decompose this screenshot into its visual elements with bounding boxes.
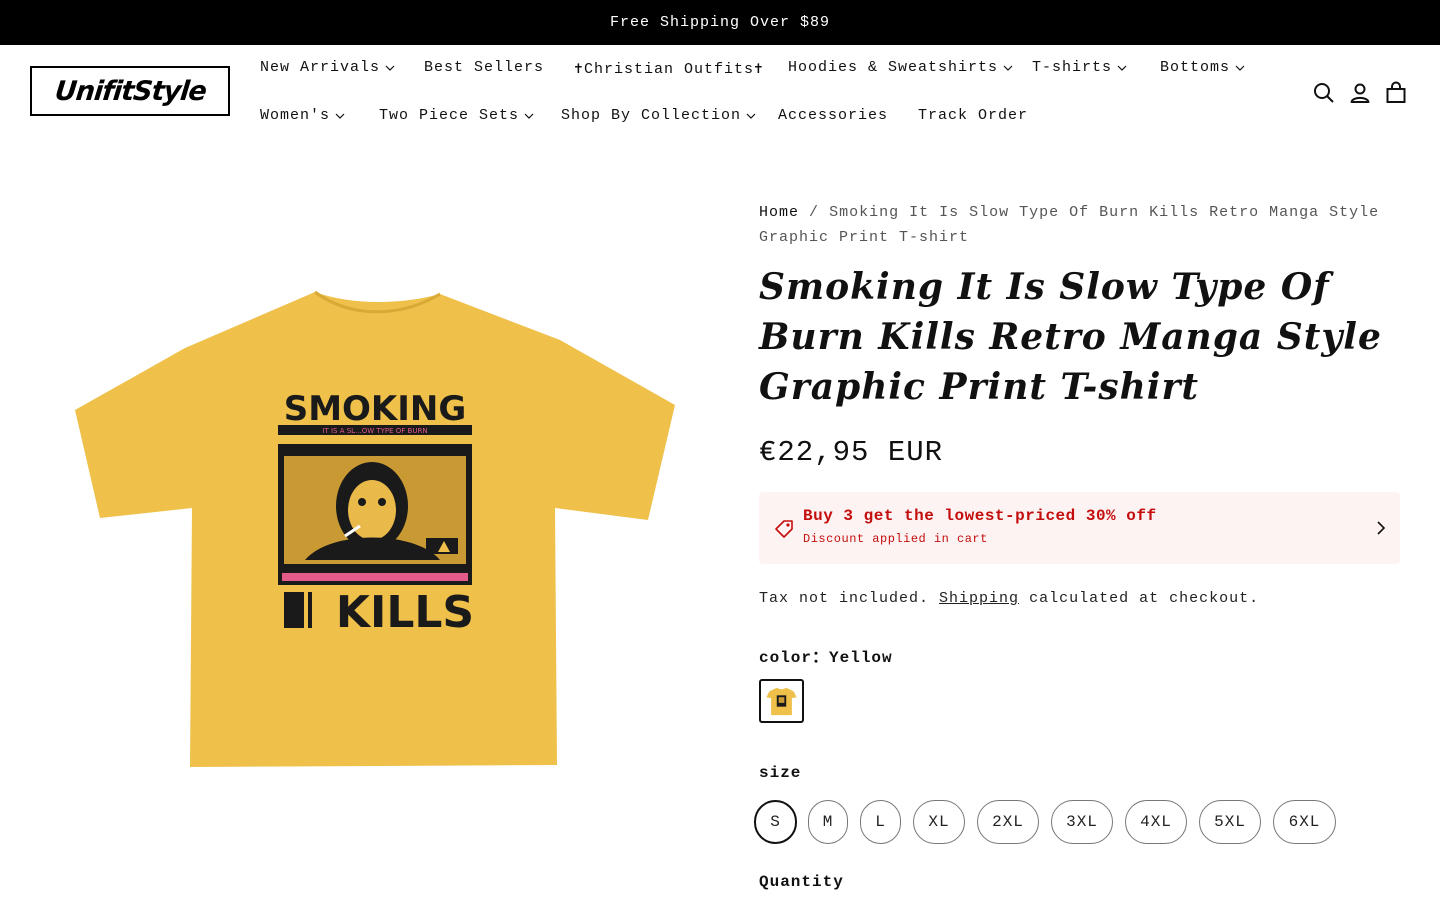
nav-hoodies-sweatshirts[interactable]: Hoodies & Sweatshirts [788,59,1014,76]
size-option-label: S [770,813,781,831]
print-bottom: KILLS [336,587,474,638]
nav-track-order[interactable]: Track Order [918,107,1028,124]
chevron-down-icon [745,110,757,122]
discount-banner[interactable]: Buy 3 get the lowest-priced 30% off Disc… [759,492,1400,564]
nav-new-arrivals[interactable]: New Arrivals [260,59,396,76]
tag-icon [773,518,795,540]
size-option-xl[interactable]: XL [913,800,965,844]
chevron-right-icon [1374,520,1388,536]
print-subtitle: IT IS A SL...OW TYPE OF BURN [322,427,427,435]
tshirt-graphic: SMOKING IT IS A SL...OW TYPE OF BURN KIL… [75,290,675,767]
nav-label: ✝Christian Outfits✝ [574,61,765,78]
breadcrumb-current: Smoking It Is Slow Type Of Burn Kills Re… [759,204,1380,246]
color-swatch-yellow[interactable] [759,679,804,723]
size-option-s[interactable]: S [754,800,797,844]
nav-womens[interactable]: Women's [260,107,346,124]
nav-christian-outfits[interactable]: ✝Christian Outfits✝ [574,59,764,78]
cart-icon[interactable] [1384,81,1408,105]
size-option-4xl[interactable]: 4XL [1125,800,1187,844]
shipping-link[interactable]: Shipping [939,590,1019,607]
search-icon[interactable] [1312,81,1336,105]
size-option-5xl[interactable]: 5XL [1199,800,1261,844]
breadcrumb: Home / Smoking It Is Slow Type Of Burn K… [759,200,1399,250]
size-option-label: M [822,813,834,831]
tax-text: Tax not included. [759,590,930,607]
chevron-down-icon [334,110,346,122]
store-logo[interactable]: UnifitStyle [30,66,230,116]
site-header: UnifitStyle New Arrivals Best Sellers ✝C… [0,45,1440,145]
size-option-3xl[interactable]: 3XL [1051,800,1113,844]
quantity-label: Quantity [759,873,844,891]
chevron-down-icon [523,110,535,122]
size-label: size [759,764,802,782]
nav-label: Track Order [918,107,1029,124]
account-icon[interactable] [1348,81,1372,105]
swatch-tshirt-thumbnail [766,687,797,716]
discount-subtitle: Discount applied in cart [803,532,988,546]
breadcrumb-home[interactable]: Home [759,204,799,221]
tax-text-after: calculated at checkout. [1029,590,1260,607]
size-option-2xl[interactable]: 2XL [977,800,1039,844]
breadcrumb-separator: / [809,204,820,221]
announcement-text: Free Shipping Over $89 [609,14,831,31]
size-option-label: 5XL [1214,813,1246,831]
size-option-m[interactable]: M [808,800,848,844]
product-image[interactable]: SMOKING IT IS A SL...OW TYPE OF BURN KIL… [60,270,690,780]
size-option-6xl[interactable]: 6XL [1273,800,1336,844]
chevron-down-icon [384,62,396,74]
nav-label: New Arrivals [260,59,381,76]
nav-accessories[interactable]: Accessories [778,107,888,124]
nav-label: Best Sellers [424,59,545,76]
nav-label: Two Piece Sets [379,107,520,124]
chevron-down-icon [1002,62,1014,74]
size-option-label: 6XL [1288,813,1321,831]
nav-label: Bottoms [1160,59,1231,76]
nav-two-piece-sets[interactable]: Two Piece Sets [379,107,535,124]
size-option-label: 3XL [1066,813,1098,831]
size-option-l[interactable]: L [860,800,901,844]
nav-best-sellers[interactable]: Best Sellers [424,59,544,76]
nav-t-shirts[interactable]: T-shirts [1032,59,1128,76]
nav-label: T-shirts [1032,59,1113,76]
nav-shop-by-collection[interactable]: Shop By Collection [561,107,757,124]
announcement-bar: Free Shipping Over $89 [0,0,1440,45]
nav-bottoms[interactable]: Bottoms [1160,59,1246,76]
print-title: SMOKING [284,389,467,429]
chevron-down-icon [1116,62,1128,74]
logo-text: UnifitStyle [52,75,208,107]
nav-label: Shop By Collection [561,107,742,124]
size-option-label: XL [928,813,950,831]
product-title: Smoking It Is Slow Type Of Burn Kills Re… [759,266,1382,408]
product-price: €22,95 EUR [759,436,944,469]
size-option-label: 4XL [1140,813,1172,831]
size-option-label: L [875,813,886,831]
size-option-label: 2XL [992,813,1024,831]
nav-label: Women's [260,107,331,124]
color-label: color：Yellow [759,649,893,667]
nav-label: Hoodies & Sweatshirts [788,59,999,76]
chevron-down-icon [1234,62,1246,74]
discount-title: Buy 3 get the lowest-priced 30% off [803,507,1157,525]
tax-note: Tax not included. Shipping calculated at… [759,590,1259,607]
nav-label: Accessories [778,107,889,124]
